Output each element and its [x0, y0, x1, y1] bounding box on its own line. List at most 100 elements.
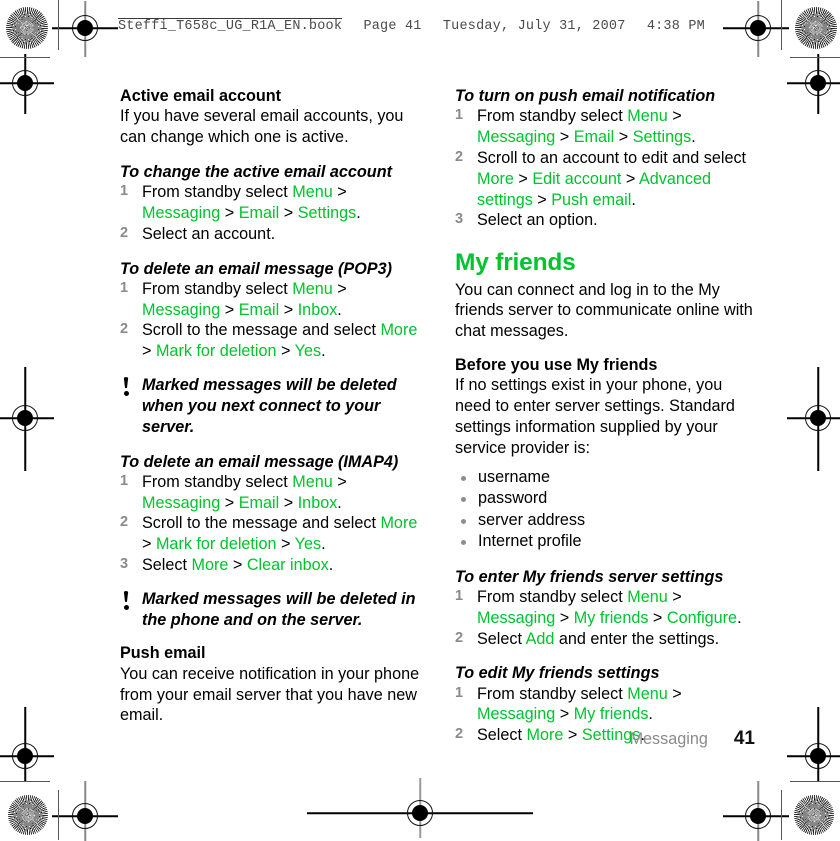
- step-text: .: [321, 342, 326, 361]
- paragraph-my-friends: You can connect and log in to the My fri…: [455, 280, 753, 341]
- step-number: 2: [455, 148, 464, 165]
- procedure-step: 1 From standby select Menu > Messaging > …: [120, 279, 420, 321]
- procedure-step: 3 Select More > Clear inbox.: [120, 555, 420, 576]
- step-number: 2: [120, 224, 129, 241]
- paragraph-active-email-account: If you have several email accounts, you …: [120, 107, 404, 147]
- step-text: >: [279, 203, 298, 222]
- menu-path-term: Messaging: [142, 300, 221, 319]
- step-text: >: [279, 300, 298, 319]
- step-text: From standby select: [477, 684, 628, 703]
- step-text: .: [356, 203, 361, 222]
- step-text: >: [667, 587, 682, 606]
- step-text: >: [276, 342, 295, 361]
- menu-path-term: Settings: [632, 128, 692, 147]
- step-text: >: [667, 684, 682, 703]
- step-number: 1: [455, 107, 464, 124]
- menu-path-term: Edit account: [532, 169, 622, 188]
- menu-path-term: Menu: [292, 279, 333, 298]
- menu-path-term: Menu: [627, 587, 668, 606]
- page-footer: Messaging 41: [455, 728, 755, 750]
- heading-active-email-account: Active email account: [120, 87, 282, 105]
- menu-path-term: Email: [238, 203, 280, 222]
- step-number: 1: [455, 684, 464, 701]
- menu-path-term: Clear inbox: [246, 556, 329, 574]
- step-text: .: [737, 608, 742, 627]
- menu-path-term: Email: [573, 128, 615, 147]
- step-text: Scroll to the message and select: [142, 321, 381, 340]
- menu-path-term: Push email: [551, 190, 632, 209]
- step-number: 1: [120, 472, 129, 489]
- procedure-step: 1 From standby select Menu > Messaging > …: [455, 106, 755, 148]
- step-text: Select an option.: [477, 211, 598, 230]
- step-text: .: [328, 556, 334, 574]
- note-imap4-text: Marked messages will be deleted in the p…: [142, 589, 416, 629]
- step-text: >: [228, 556, 247, 574]
- step-text: .: [648, 705, 653, 724]
- procedure-steps-push-notification: 1 From standby select Menu > Messaging > …: [455, 106, 755, 231]
- step-text: >: [621, 169, 639, 188]
- step-text: >: [648, 608, 667, 627]
- procedure-step: 1 From standby select Menu > Messaging > …: [120, 472, 420, 514]
- step-text: >: [276, 535, 295, 554]
- note-pop3: Marked messages will be deleted when you…: [120, 375, 420, 437]
- menu-path-term: Menu: [627, 684, 668, 703]
- step-text: .: [337, 493, 342, 512]
- step-text: >: [279, 493, 298, 512]
- menu-path-term: My friends: [573, 608, 649, 627]
- menu-path-term: Mark for deletion: [155, 342, 277, 361]
- page-content: Active email account If you have several…: [0, 0, 840, 840]
- procedure-title-enter-server-settings: To enter My friends server settings: [455, 567, 724, 586]
- step-number: 2: [120, 321, 129, 338]
- menu-path-term: Add: [525, 629, 555, 648]
- menu-path-term: Messaging: [142, 493, 221, 512]
- menu-path-term: Mark for deletion: [155, 535, 277, 554]
- procedure-step: 1 From standby select Menu > Messaging > …: [120, 182, 420, 224]
- step-text: Select: [477, 629, 526, 648]
- step-text: >: [555, 705, 574, 724]
- procedure-step: 2 Scroll to the message and select More >…: [120, 320, 420, 362]
- step-text: >: [142, 535, 156, 554]
- step-text: From standby select: [477, 587, 628, 606]
- menu-path-term: More: [380, 321, 418, 340]
- menu-path-term: Messaging: [142, 203, 221, 222]
- menu-path-term: More: [477, 169, 514, 188]
- step-number: 1: [120, 183, 129, 200]
- step-text: From standby select: [142, 472, 293, 491]
- step-text: .: [631, 190, 636, 209]
- procedure-title-delete-pop3: To delete an email message (POP3): [120, 259, 392, 278]
- menu-path-term: Messaging: [477, 705, 556, 724]
- procedure-title-change-active-account: To change the active email account: [120, 162, 392, 181]
- note-imap4: Marked messages will be deleted in the p…: [120, 589, 420, 631]
- step-text: .: [337, 300, 342, 319]
- menu-path-term: Email: [238, 493, 280, 512]
- menu-path-term: More: [380, 514, 418, 533]
- list-item: server address: [455, 510, 755, 532]
- menu-path-term: Menu: [292, 183, 333, 202]
- paragraph-before-you-use: If no settings exist in your phone, you …: [455, 376, 735, 457]
- step-text: >: [220, 493, 239, 512]
- exclamation-icon: [122, 377, 130, 397]
- step-text: >: [220, 203, 239, 222]
- settings-requirements-list: username password server address Internet p…: [455, 467, 755, 553]
- menu-path-term: Menu: [292, 472, 333, 491]
- step-text: >: [513, 169, 533, 188]
- step-text: .: [321, 535, 326, 554]
- step-text: >: [332, 279, 347, 298]
- exclamation-icon: [122, 590, 130, 611]
- menu-path-term: More: [191, 556, 229, 574]
- heading-my-friends: My friends: [455, 249, 576, 277]
- step-text: >: [555, 608, 574, 627]
- list-item: Internet profile: [455, 531, 755, 553]
- menu-path-term: Email: [238, 300, 280, 319]
- step-text: Select an account.: [142, 224, 276, 243]
- procedure-step: 2 Scroll to an account to edit and select…: [455, 148, 755, 210]
- step-number: 3: [455, 211, 464, 228]
- menu-path-term: Inbox: [297, 493, 338, 512]
- menu-path-term: Yes: [294, 535, 322, 554]
- step-text: >: [332, 183, 347, 202]
- step-text: >: [142, 342, 156, 361]
- step-text: Scroll to the message and select: [142, 514, 381, 533]
- right-column: To turn on push email notification 1 From…: [455, 86, 755, 746]
- procedure-step: 2 Scroll to the message and select More >…: [120, 513, 420, 555]
- procedure-steps-enter-server-settings: 1 From standby select Menu > Messaging > …: [455, 587, 755, 649]
